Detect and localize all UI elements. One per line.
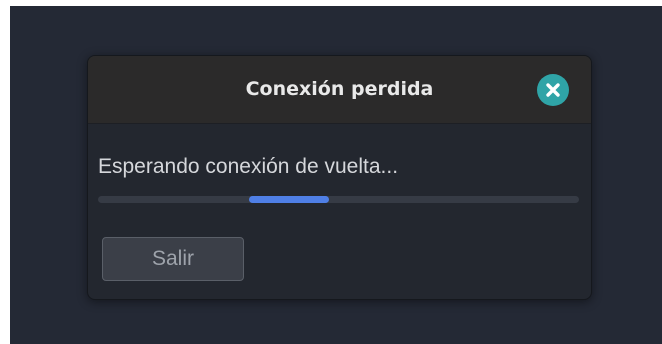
progress-bar xyxy=(98,196,579,203)
dialog-titlebar: Conexión perdida xyxy=(88,56,591,124)
exit-button[interactable]: Salir xyxy=(102,237,244,281)
dialog-title: Conexión perdida xyxy=(245,78,434,100)
close-button[interactable] xyxy=(537,74,569,106)
progress-indicator xyxy=(249,196,329,203)
connection-lost-dialog: Conexión perdida Esperando conexión de v… xyxy=(87,55,592,300)
close-icon xyxy=(546,83,560,97)
waiting-message: Esperando conexión de vuelta... xyxy=(98,155,399,178)
